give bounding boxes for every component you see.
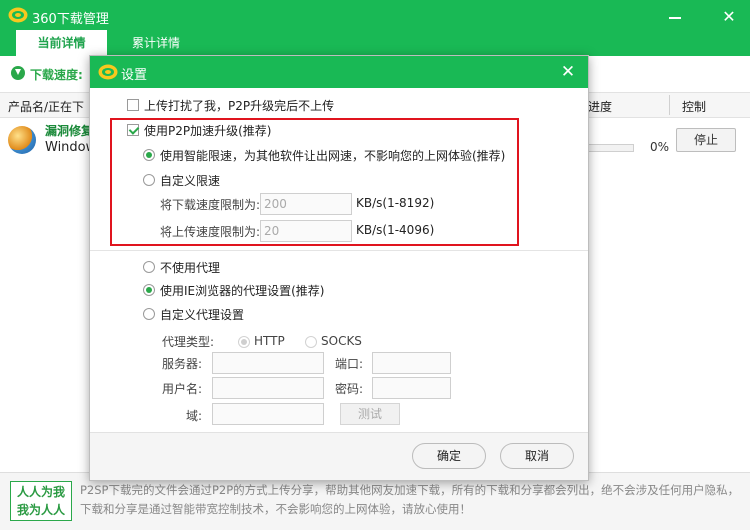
- port-input[interactable]: [372, 352, 451, 374]
- stop-button[interactable]: 停止: [676, 128, 736, 152]
- dialog-title-bar[interactable]: 设置 ✕: [90, 56, 588, 88]
- custom-proxy-radio[interactable]: [143, 308, 155, 320]
- cancel-button[interactable]: 取消: [500, 443, 574, 469]
- ie-proxy-label[interactable]: 使用IE浏览器的代理设置(推荐): [160, 282, 325, 299]
- title-bar: 360下载管理 ✕ 当前详情 累计详情: [0, 0, 750, 56]
- app-title: 360下载管理: [32, 12, 109, 27]
- smart-limit-radio[interactable]: [143, 149, 155, 161]
- custom-limit-label[interactable]: 自定义限速: [160, 172, 220, 189]
- progress-percent: 0%: [650, 140, 670, 154]
- socks-radio[interactable]: [305, 336, 317, 348]
- close-button[interactable]: ✕: [718, 6, 740, 28]
- download-limit-unit: KB/s(1-8192): [356, 196, 435, 210]
- test-button[interactable]: 测试: [340, 403, 400, 425]
- no-proxy-label[interactable]: 不使用代理: [160, 259, 220, 276]
- download-limit-input[interactable]: [260, 193, 352, 215]
- ok-button[interactable]: 确定: [412, 443, 486, 469]
- socks-label: SOCKS: [321, 334, 362, 348]
- app-logo-icon: [98, 64, 118, 80]
- close-icon: ✕: [560, 62, 576, 82]
- http-radio[interactable]: [238, 336, 250, 348]
- http-label: HTTP: [254, 334, 285, 348]
- smart-limit-label[interactable]: 使用智能限速，为其他软件让出网速，不影响您的上网体验(推荐): [160, 147, 505, 164]
- column-divider[interactable]: [669, 95, 670, 115]
- column-name: 产品名/正在下: [8, 100, 85, 114]
- domain-input[interactable]: [212, 403, 324, 425]
- upload-limit-input[interactable]: [260, 220, 352, 242]
- password-label: 密码:: [335, 382, 364, 396]
- app-logo-icon: [8, 7, 28, 23]
- minimize-icon: [669, 17, 681, 19]
- password-input[interactable]: [372, 377, 451, 399]
- column-progress: 进度: [588, 100, 613, 114]
- server-input[interactable]: [212, 352, 324, 374]
- settings-dialog: 设置 ✕ 上传打扰了我，P2P升级完后不上传 使用P2P加速升级(推荐) 使用智…: [89, 55, 589, 481]
- download-arrow-icon: [11, 66, 25, 80]
- username-label: 用户名:: [162, 382, 203, 396]
- no-proxy-radio[interactable]: [143, 261, 155, 273]
- proxy-type-label: 代理类型:: [162, 335, 215, 349]
- upload-limit-label: 将上传速度限制为:: [160, 225, 261, 239]
- column-control: 控制: [682, 100, 707, 114]
- custom-proxy-label[interactable]: 自定义代理设置: [160, 306, 244, 323]
- custom-limit-radio[interactable]: [143, 174, 155, 186]
- upload-disturb-checkbox[interactable]: [127, 99, 139, 111]
- username-input[interactable]: [212, 377, 324, 399]
- dialog-title: 设置: [121, 68, 148, 83]
- row-title: 漏洞修复: [45, 124, 94, 138]
- speed-label: 下载速度:: [30, 68, 83, 82]
- dialog-button-bar: 确定 取消: [90, 432, 588, 480]
- p2p-upgrade-label[interactable]: 使用P2P加速升级(推荐): [144, 122, 271, 139]
- badge-line1: 人人为我: [16, 485, 65, 499]
- share-badge: 人人为我 我为人人: [10, 481, 72, 521]
- windows-update-icon: [8, 126, 36, 154]
- ie-proxy-radio[interactable]: [143, 284, 155, 296]
- close-icon: ✕: [722, 7, 736, 26]
- progress-bar: [588, 144, 634, 152]
- tab-total-details[interactable]: 累计详情: [116, 30, 196, 56]
- dialog-close-button[interactable]: ✕: [558, 62, 578, 82]
- p2p-upgrade-checkbox[interactable]: [127, 124, 139, 136]
- server-label: 服务器:: [162, 357, 203, 371]
- minimize-button[interactable]: [664, 6, 686, 28]
- download-limit-label: 将下载速度限制为:: [160, 198, 261, 212]
- divider: [90, 250, 588, 251]
- port-label: 端口:: [335, 357, 364, 371]
- domain-label: 域:: [186, 409, 203, 423]
- tab-current-details[interactable]: 当前详情: [16, 30, 107, 56]
- badge-line2: 我为人人: [16, 503, 65, 517]
- footer-text: P2SP下载完的文件会通过P2P的方式上传分享，帮助其他网友加速下载，所有的下载…: [80, 483, 740, 516]
- upload-limit-unit: KB/s(1-4096): [356, 223, 435, 237]
- upload-disturb-label[interactable]: 上传打扰了我，P2P升级完后不上传: [144, 97, 334, 114]
